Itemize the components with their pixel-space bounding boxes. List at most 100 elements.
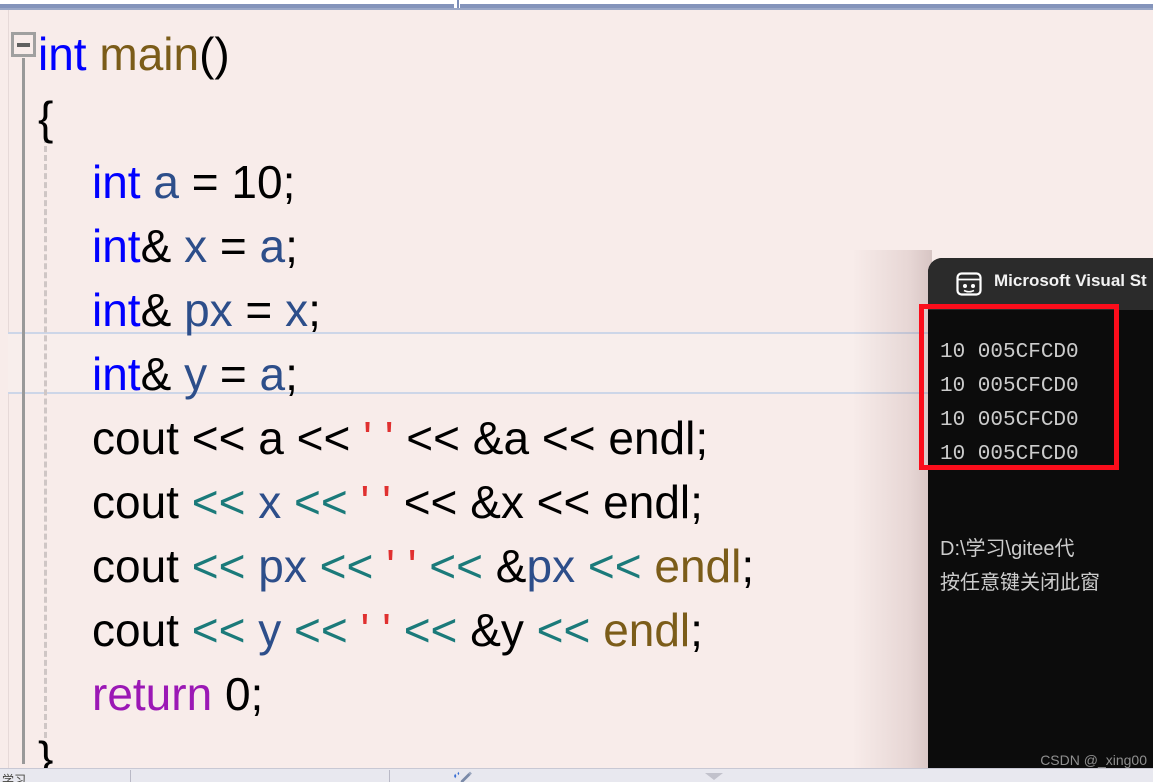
code-token: a [153,156,179,208]
code-token: ; [285,220,298,272]
sparkle-pencil-icon[interactable] [452,771,474,782]
code-token: cout [92,476,192,528]
code-token: cout [92,540,192,592]
status-divider-2 [389,770,390,782]
code-token: & [483,540,527,592]
code-token: ' ' [363,412,394,464]
code-token: int [92,156,141,208]
code-token: << [406,412,461,464]
code-token: x [258,476,282,528]
code-token: x [285,284,309,336]
code-token: ; [695,412,709,464]
code-token: endl [654,540,742,592]
code-token: ; [282,156,296,208]
code-token: endl [603,604,691,656]
code-token: << [587,540,642,592]
code-token: << [429,540,484,592]
code-token: px [526,540,576,592]
code-token: << [536,476,591,528]
code-line[interactable]: { [0,86,1153,150]
csdn-watermark: CSDN @_xing00 [1040,752,1147,768]
code-token: } [38,732,54,768]
code-token: << [191,540,246,592]
code-token: << [191,412,246,464]
console-path-line: D:\学习\gitee代 [940,538,1075,560]
code-token: int [92,220,141,272]
code-token: a [259,220,286,272]
code-token: & [140,220,185,272]
code-token: ' ' [360,604,391,656]
code-token: ; [250,668,264,720]
code-token: endl [595,412,696,464]
code-token: cout [92,412,192,464]
status-bar[interactable]: 学习 [0,768,1153,782]
code-token: ' ' [386,540,417,592]
code-token: px [258,540,307,592]
code-token: int [38,28,87,80]
code-token: y [258,604,282,656]
status-divider-1 [130,770,131,782]
code-token: &a [460,412,542,464]
console-output-line: 10 005CFCD0 [940,443,1079,466]
code-token: << [403,604,458,656]
console-prompt-line: 按任意键关闭此窗 [940,572,1100,594]
code-token: &y [457,604,537,656]
console-window[interactable]: Microsoft Visual St 10 005CFCD0 10 005CFC… [928,258,1153,782]
console-body[interactable]: 10 005CFCD0 10 005CFCD0 10 005CFCD0 10 005C… [928,310,1153,782]
console-title-bar[interactable]: Microsoft Visual St [928,258,1153,310]
code-token: ; [308,284,321,336]
code-token: << [294,476,348,528]
code-token: &x [457,476,537,528]
console-window-icon [956,272,982,296]
code-token: << [403,476,458,528]
code-token: ; [690,476,703,528]
code-line[interactable]: int main() [0,22,1153,86]
code-token: cout [92,604,192,656]
console-output-line: 10 005CFCD0 [940,375,1079,398]
code-token: 10 [231,156,283,208]
code-token: & [140,284,185,336]
code-token: a [245,412,297,464]
code-token: y [184,348,208,400]
code-token: x [184,220,208,272]
code-token: = [207,348,260,400]
code-token: endl [590,476,691,528]
code-line[interactable]: int a = 10; [0,150,1153,214]
code-token: () [199,28,230,80]
code-token: << [191,476,246,528]
code-token: << [319,540,374,592]
console-title-text: Microsoft Visual St [994,271,1147,290]
console-output-line: 10 005CFCD0 [940,341,1079,364]
code-token: a [259,348,286,400]
code-token: { [38,92,54,144]
code-token: int [92,284,141,336]
code-token: & [140,348,185,400]
code-token: return [92,668,213,720]
tab-divider [457,0,459,8]
console-output-line: 10 005CFCD0 [940,409,1079,432]
status-bar-text: 学习 [2,773,27,782]
code-token: int [92,348,141,400]
code-token: << [296,412,351,464]
editor-tab-strip[interactable] [0,0,1153,10]
code-token: = [178,156,232,208]
status-caret-icon[interactable] [705,773,723,780]
code-token: = [207,220,260,272]
code-token: << [294,604,348,656]
